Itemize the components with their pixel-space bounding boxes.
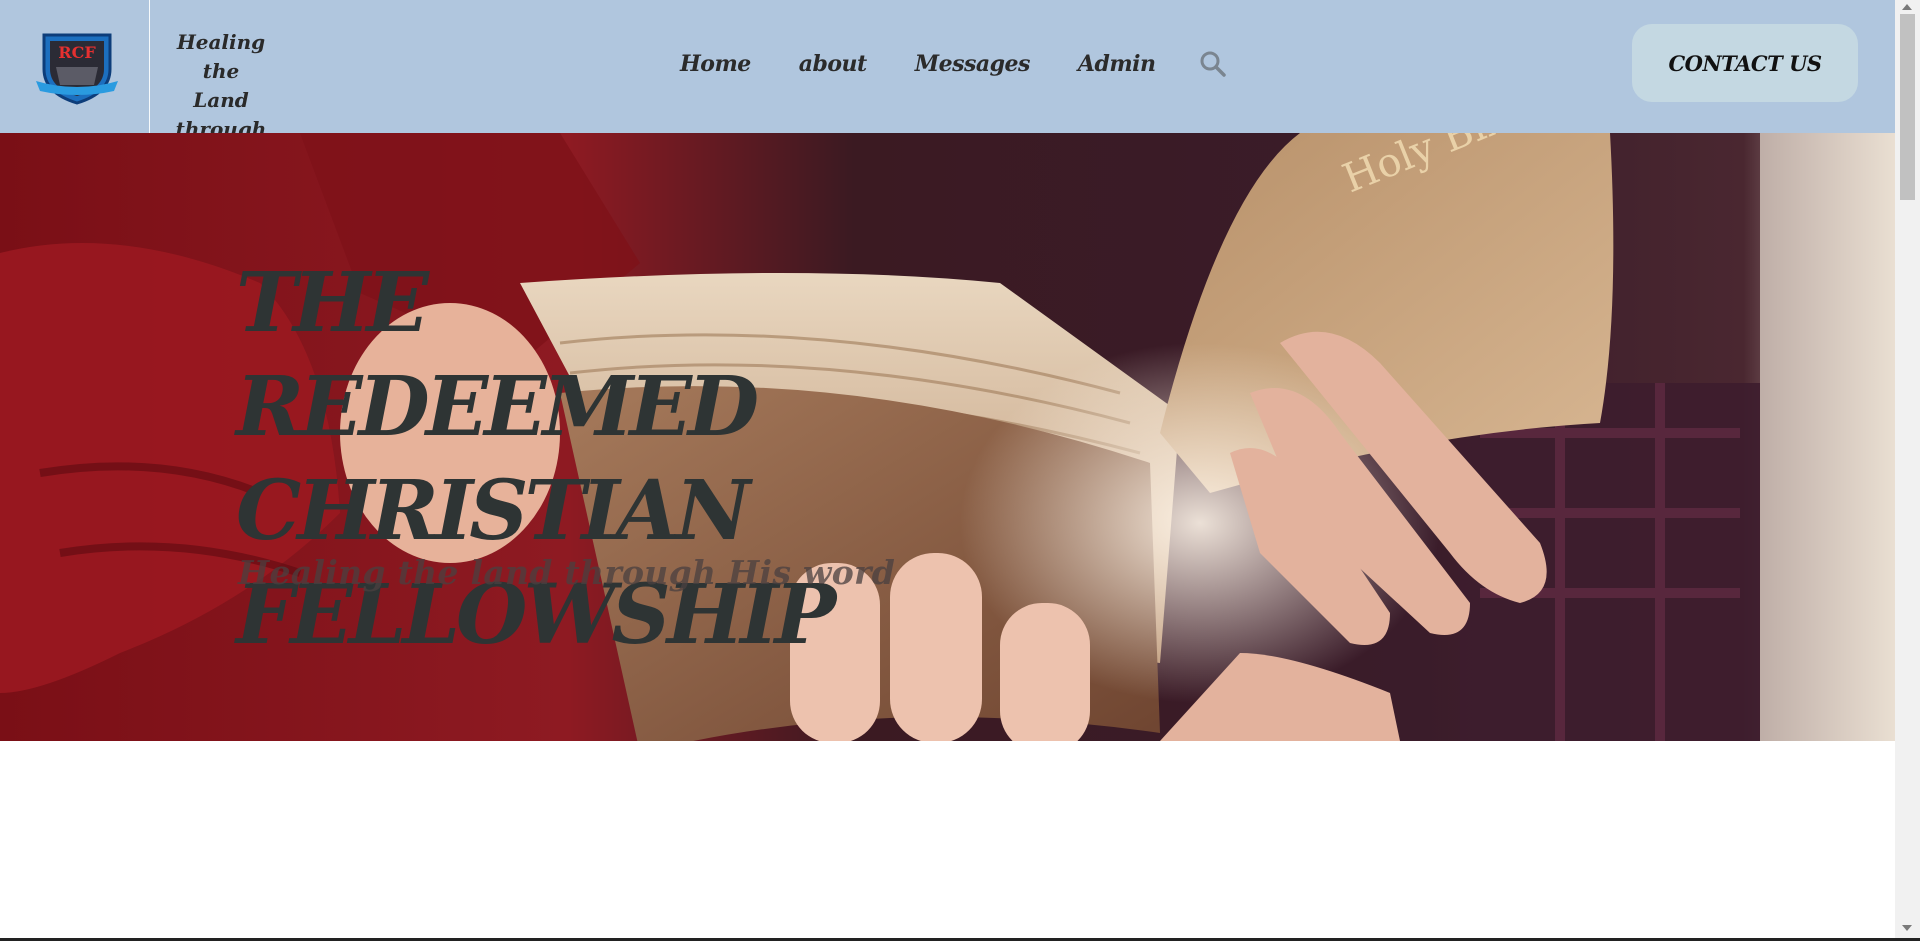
hero-subtitle: Healing the land through His word (238, 553, 896, 592)
scrollbar-thumb[interactable] (1900, 14, 1915, 200)
search-button[interactable] (1199, 50, 1227, 78)
site-logo[interactable]: RCF (36, 25, 118, 107)
nav-messages-link[interactable]: Messages (915, 51, 1031, 77)
nav-home-link[interactable]: Home (680, 51, 751, 77)
main-nav: Home about Messages Admin (680, 44, 1227, 84)
logo-letters: RCF (58, 43, 96, 62)
site-header: RCF Healing the Land through His Word Ho… (0, 0, 1895, 170)
contact-us-button[interactable]: CONTACT US (1632, 24, 1858, 102)
church-shield-logo-icon: RCF (36, 33, 118, 105)
hero-banner: Holy Bible THE REDEEMED CHRISTIAN FELLOW… (0, 133, 1895, 741)
nav-about-link[interactable]: about (799, 51, 867, 77)
nav-admin-link[interactable]: Admin (1078, 51, 1156, 77)
page-scrollbar[interactable] (1895, 0, 1920, 938)
scroll-down-arrow-icon[interactable] (1902, 925, 1912, 931)
scroll-up-arrow-icon[interactable] (1902, 4, 1912, 10)
page: RCF Healing the Land through His Word Ho… (0, 0, 1920, 941)
search-icon (1200, 51, 1227, 77)
hero-title: THE REDEEMED CHRISTIAN FELLOWSHIP (236, 255, 836, 663)
header-divider (149, 0, 150, 141)
